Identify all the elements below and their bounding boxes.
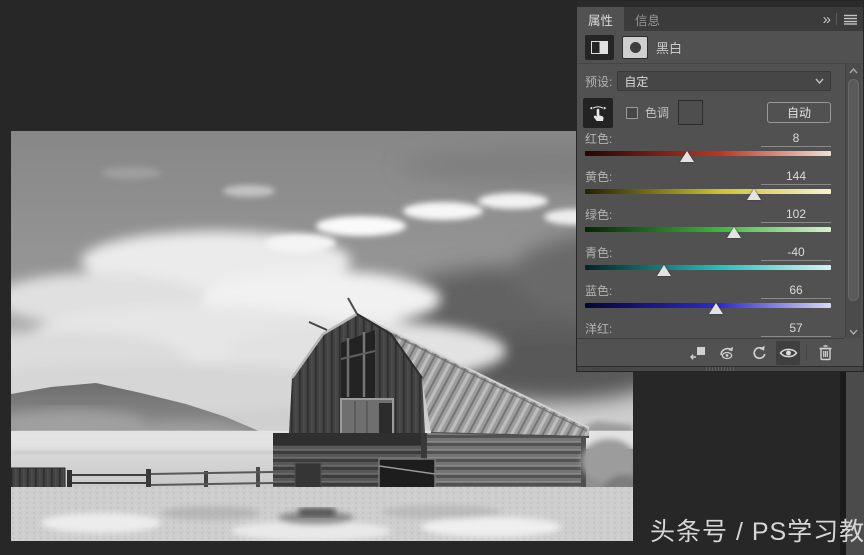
clip-to-layer-icon bbox=[689, 344, 707, 361]
layer-mask-icon[interactable] bbox=[622, 36, 648, 59]
slider-row-cyans: 青色: -40 bbox=[585, 246, 831, 270]
properties-panel: 属性 信息 » 黑白 预设: 自定 bbox=[576, 0, 864, 372]
slider-value-field[interactable]: -40 bbox=[761, 245, 831, 261]
adjustment-header: 黑白 bbox=[577, 31, 863, 63]
slider-row-reds: 红色: 8 bbox=[585, 132, 831, 156]
preset-dropdown[interactable]: 自定 bbox=[617, 71, 831, 91]
reset-arrow-icon bbox=[750, 344, 767, 361]
slider-thumb[interactable] bbox=[709, 303, 723, 314]
slider-value-field[interactable]: 102 bbox=[761, 207, 831, 223]
slider-track[interactable] bbox=[585, 227, 831, 232]
panel-bottom-edge bbox=[577, 366, 863, 371]
tab-info[interactable]: 信息 bbox=[624, 7, 671, 31]
slider-row-blues: 蓝色: 66 bbox=[585, 284, 831, 308]
slider-label: 青色: bbox=[585, 244, 612, 261]
bw-adjustment-icon bbox=[585, 35, 614, 60]
panel-footer bbox=[577, 338, 844, 366]
collapse-to-icons-icon[interactable]: » bbox=[823, 12, 829, 27]
scroll-up-icon[interactable] bbox=[846, 65, 861, 77]
targeted-adjustment-tool-button[interactable] bbox=[583, 98, 613, 128]
footer-divider bbox=[806, 345, 807, 361]
panel-resize-gripper[interactable] bbox=[706, 367, 734, 371]
auto-button[interactable]: 自动 bbox=[767, 102, 831, 123]
adjustment-title: 黑白 bbox=[656, 38, 682, 57]
view-previous-state-button[interactable] bbox=[716, 341, 740, 365]
slider-thumb[interactable] bbox=[747, 189, 761, 200]
slider-thumb[interactable] bbox=[727, 227, 741, 238]
trash-icon bbox=[818, 344, 833, 361]
slider-thumb[interactable] bbox=[657, 265, 671, 276]
chevron-down-icon bbox=[815, 78, 824, 84]
clip-to-layer-button[interactable] bbox=[686, 341, 710, 365]
slider-label: 洋红: bbox=[585, 320, 612, 337]
slider-label: 红色: bbox=[585, 130, 612, 147]
slider-label: 黄色: bbox=[585, 168, 612, 185]
bw-sliders: 红色: 8 黄色: 144 绿色: 102 青色: -40 蓝色: 66 洋红: 57 bbox=[585, 132, 831, 346]
header-divider bbox=[577, 63, 863, 64]
slider-label: 绿色: bbox=[585, 206, 612, 223]
slider-row-yellows: 黄色: 144 bbox=[585, 170, 831, 194]
tint-color-swatch[interactable] bbox=[678, 100, 703, 125]
preset-row: 预设: 自定 bbox=[585, 71, 831, 91]
panel-tabbar: 属性 信息 » bbox=[577, 7, 863, 31]
tint-checkbox[interactable] bbox=[626, 107, 638, 119]
preset-label: 预设: bbox=[585, 73, 612, 90]
panel-menu-icon[interactable] bbox=[844, 14, 857, 25]
tint-row: 色调 自动 bbox=[583, 97, 831, 128]
tint-label: 色调 bbox=[645, 104, 669, 121]
panel-scrollbar[interactable] bbox=[845, 63, 861, 338]
document-canvas[interactable] bbox=[11, 131, 633, 541]
visibility-toggle-button[interactable] bbox=[776, 341, 800, 365]
slider-value-field[interactable]: 66 bbox=[761, 283, 831, 299]
slider-track[interactable] bbox=[585, 303, 831, 308]
slider-value-field[interactable]: 8 bbox=[761, 131, 831, 147]
eye-icon bbox=[779, 346, 798, 360]
delete-adjustment-button[interactable] bbox=[813, 341, 837, 365]
tab-properties[interactable]: 属性 bbox=[577, 7, 624, 31]
slider-value-field[interactable]: 144 bbox=[761, 169, 831, 185]
scroll-down-icon[interactable] bbox=[846, 326, 861, 338]
slider-label: 蓝色: bbox=[585, 282, 612, 299]
hand-pointer-icon bbox=[588, 103, 608, 123]
preset-value: 自定 bbox=[624, 73, 815, 90]
slider-thumb[interactable] bbox=[680, 151, 694, 162]
slider-value-field[interactable]: 57 bbox=[761, 321, 831, 337]
slider-row-greens: 绿色: 102 bbox=[585, 208, 831, 232]
reset-button[interactable] bbox=[746, 341, 770, 365]
slider-track[interactable] bbox=[585, 151, 831, 156]
tabbar-divider bbox=[836, 13, 837, 25]
eye-history-icon bbox=[718, 344, 738, 361]
barn-photo bbox=[11, 131, 633, 541]
slider-track[interactable] bbox=[585, 265, 831, 270]
scrollbar-thumb[interactable] bbox=[848, 79, 859, 301]
slider-track[interactable] bbox=[585, 189, 831, 194]
photoshop-workspace: 头条号 / PS学习教程 属性 信息 » 黑白 bbox=[0, 0, 864, 555]
watermark: 头条号 / PS学习教程 bbox=[650, 512, 864, 548]
